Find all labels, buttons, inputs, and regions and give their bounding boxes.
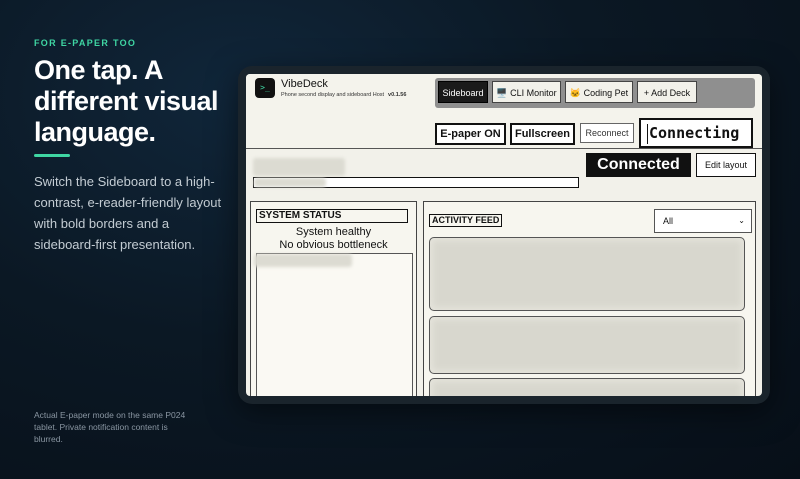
tab-cli-monitor-label: CLI Monitor xyxy=(510,88,557,98)
tab-cli-monitor[interactable]: 🖥️ CLI Monitor xyxy=(492,81,561,103)
blurred-notification xyxy=(433,320,741,370)
tab-sideboard[interactable]: Sideboard xyxy=(438,81,488,103)
edit-layout-button[interactable]: Edit layout xyxy=(696,153,756,177)
feed-filter-select[interactable]: All ⌄ xyxy=(654,209,752,233)
blurred-title xyxy=(253,158,345,176)
connection-status-text: Connecting xyxy=(649,124,740,142)
tablet-frame: >_ VibeDeck Phone second display and sid… xyxy=(238,66,770,404)
app-subtitle: Phone second display and sideboard Host v… xyxy=(281,92,406,98)
blurred-status-item xyxy=(254,254,352,267)
tab-sideboard-label: Sideboard xyxy=(442,88,484,98)
blurred-notification xyxy=(433,241,741,307)
activity-feed-panel: ACTIVITY FEED All ⌄ xyxy=(423,201,756,396)
fullscreen-button[interactable]: Fullscreen xyxy=(510,123,575,145)
blurred-progress xyxy=(254,178,326,187)
app-header: >_ VibeDeck Phone second display and sid… xyxy=(246,74,762,149)
feed-card[interactable] xyxy=(429,316,745,374)
feed-card[interactable] xyxy=(429,378,745,396)
app-name: VibeDeck xyxy=(281,78,328,90)
progress-bar xyxy=(253,177,579,188)
add-deck-button[interactable]: + Add Deck xyxy=(637,81,697,103)
tablet-screen: >_ VibeDeck Phone second display and sid… xyxy=(246,74,762,396)
hero-description: Switch the Sideboard to a high-contrast,… xyxy=(34,174,222,252)
feed-filter-value: All xyxy=(663,216,674,226)
text-caret xyxy=(647,124,648,144)
reconnect-button[interactable]: Reconnect xyxy=(580,123,634,143)
cat-icon: 🐱 xyxy=(569,88,582,98)
screenshot-caption: Actual E-paper mode on the same P024 tab… xyxy=(34,410,186,444)
blurred-notification xyxy=(433,382,741,396)
tab-coding-pet-label: Coding Pet xyxy=(583,88,629,98)
app-version: v0.1.56 xyxy=(388,92,407,98)
activity-feed-title: ACTIVITY FEED xyxy=(429,214,503,227)
connection-status-field[interactable]: Connecting xyxy=(639,118,753,148)
status-list xyxy=(256,253,413,396)
epaper-toggle-button[interactable]: E-paper ON xyxy=(435,123,506,145)
accent-divider xyxy=(34,154,70,157)
chevron-down-icon: ⌄ xyxy=(738,216,745,225)
system-status-headline: System healthy xyxy=(295,226,372,238)
app-subtitle-text: Phone second display and sideboard Host xyxy=(281,92,385,98)
add-deck-label: Add Deck xyxy=(651,88,691,98)
system-status-panel: SYSTEM STATUS System healthy No obvious … xyxy=(250,201,417,396)
feed-card[interactable] xyxy=(429,237,745,311)
hero-headline: One tap. A different visual language. xyxy=(34,55,219,147)
deck-tabs: Sideboard 🖥️ CLI Monitor 🐱 Coding Pet + … xyxy=(435,78,755,108)
connection-badge: Connected xyxy=(586,153,691,177)
system-status-detail: No obvious bottleneck xyxy=(279,239,388,251)
eyebrow-label: FOR E-PAPER TOO xyxy=(34,38,137,48)
monitor-icon: 🖥️ xyxy=(496,88,508,98)
plus-icon: + xyxy=(643,88,650,98)
tab-coding-pet[interactable]: 🐱 Coding Pet xyxy=(565,81,633,103)
system-status-title: SYSTEM STATUS xyxy=(256,209,408,223)
terminal-logo-icon: >_ xyxy=(255,78,275,98)
